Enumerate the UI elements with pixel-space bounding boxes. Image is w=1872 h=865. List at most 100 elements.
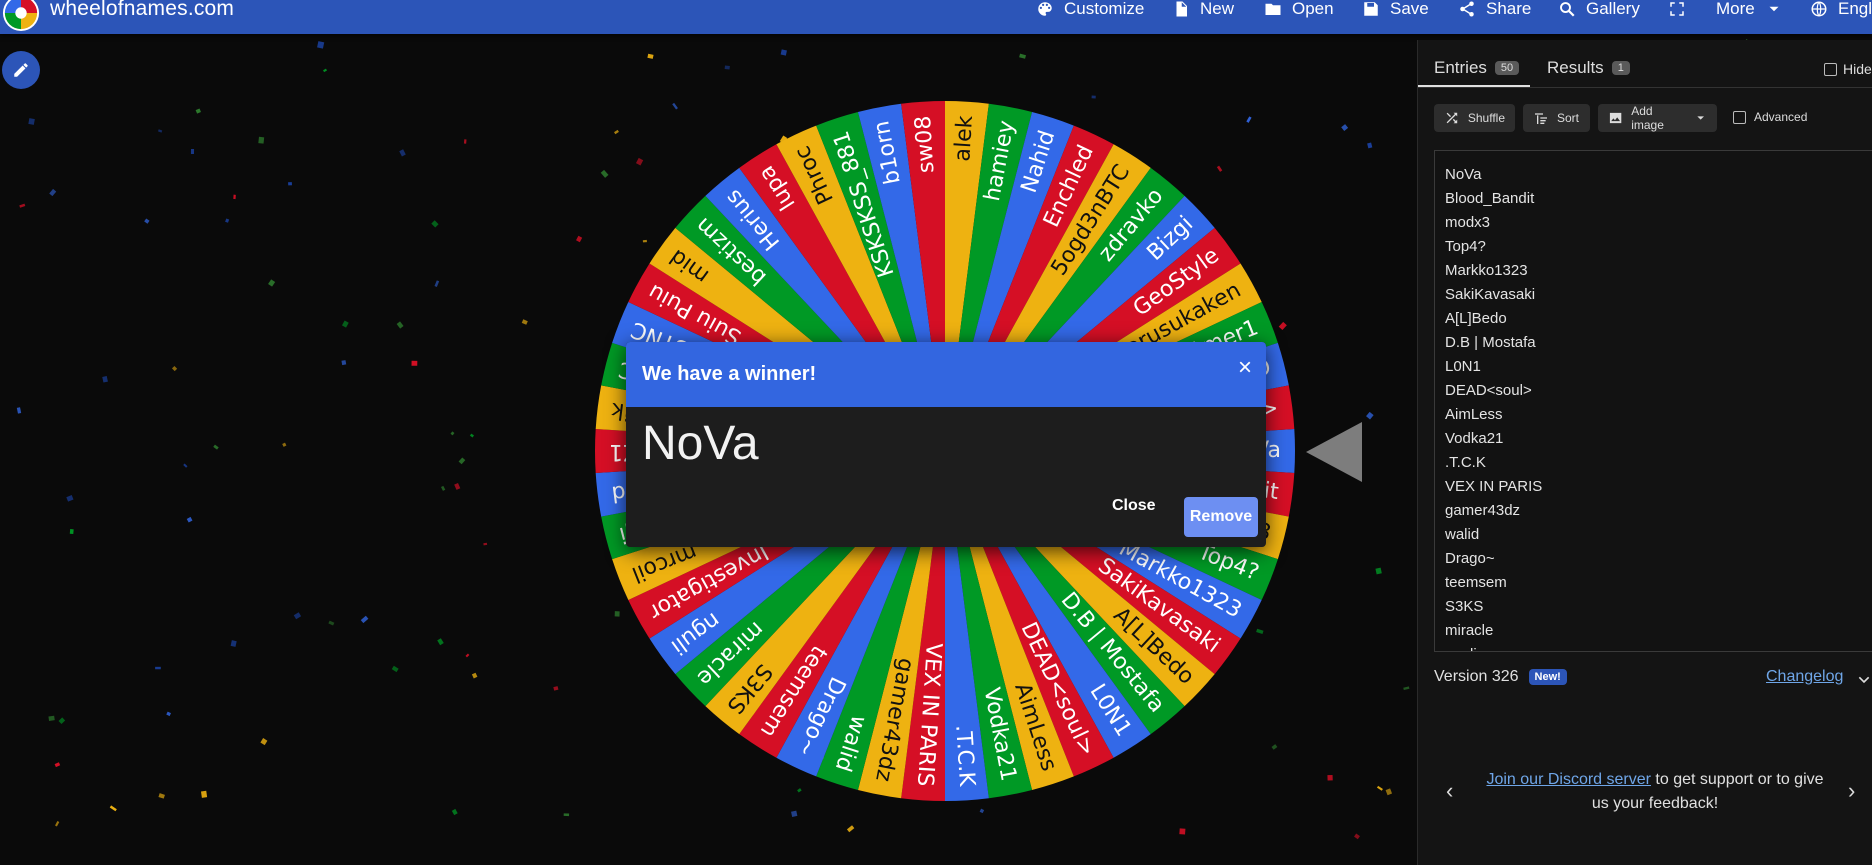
- search-icon: [1560, 2, 1575, 17]
- chevron-right-icon[interactable]: ›: [1848, 778, 1855, 804]
- wheel-slice-label: alek: [950, 115, 978, 163]
- entry-item: modx3: [1445, 214, 1491, 231]
- chevron-down-icon[interactable]: [1856, 672, 1872, 688]
- confetti-piece: [69, 529, 74, 535]
- confetti-piece: [553, 686, 559, 691]
- confetti-piece: [434, 280, 440, 287]
- save-button[interactable]: Save: [1362, 0, 1429, 21]
- new-badge: New!: [1528, 669, 1567, 685]
- confetti-piece: [19, 203, 26, 208]
- confetti-piece: [1354, 833, 1360, 840]
- confetti-piece: [563, 813, 570, 817]
- entry-item: S3KS: [1445, 598, 1484, 615]
- edit-wheel-button[interactable]: [2, 51, 40, 89]
- hide-toggle[interactable]: Hide: [1824, 61, 1872, 77]
- confetti-piece: [1376, 785, 1383, 791]
- confetti-piece: [58, 717, 66, 725]
- confetti-piece: [576, 235, 583, 243]
- entry-item: D.B | Mostafa: [1445, 334, 1536, 351]
- entry-item: SakiKavasaki: [1445, 286, 1536, 303]
- entries-list: NoVa Blood_Bandit modx3 Top4? Markko1323 Saki…: [1435, 151, 1872, 651]
- confetti-piece: [360, 615, 369, 624]
- results-count-badge: 1: [1611, 61, 1630, 75]
- confetti-piece: [399, 149, 406, 157]
- winner-name: NoVa: [642, 417, 759, 470]
- confetti-piece: [341, 320, 349, 328]
- tab-entries[interactable]: Entries 50: [1434, 58, 1520, 78]
- version-text: Version 326: [1434, 668, 1519, 685]
- new-label: New: [1200, 0, 1235, 18]
- language-button[interactable]: Engli: [1810, 0, 1872, 21]
- fullscreen-icon: [1670, 2, 1684, 16]
- confetti-piece: [48, 715, 55, 721]
- confetti-piece: [1341, 124, 1349, 132]
- entries-textarea[interactable]: NoVa Blood_Bandit modx3 Top4? Markko1323 Saki…: [1434, 150, 1872, 652]
- confetti-piece: [293, 612, 302, 620]
- palette-icon: [1038, 2, 1052, 16]
- confetti-piece: [1019, 53, 1027, 59]
- advanced-toggle[interactable]: Advanced: [1733, 110, 1807, 124]
- confetti-piece: [288, 182, 292, 186]
- confetti-piece: [16, 407, 22, 414]
- entry-item: teemsem: [1445, 574, 1507, 591]
- confetti-piece: [158, 793, 165, 799]
- more-button[interactable]: More: [1716, 0, 1783, 21]
- entry-item: nguli: [1445, 643, 1872, 651]
- confetti-piece: [49, 188, 57, 197]
- gallery-button[interactable]: Gallery: [1558, 0, 1640, 21]
- confetti-piece: [454, 482, 461, 490]
- confetti-piece: [155, 666, 161, 670]
- confetti-piece: [282, 442, 287, 447]
- fullscreen-button[interactable]: [1668, 0, 1686, 21]
- hide-checkbox[interactable]: [1824, 62, 1837, 76]
- changelog-link[interactable]: Changelog: [1766, 668, 1843, 686]
- entries-count-badge: 50: [1494, 61, 1520, 75]
- wheel-slice-label: sw08: [911, 115, 940, 174]
- confetti-piece: [144, 218, 150, 224]
- confetti-piece: [109, 805, 117, 812]
- entry-item: NoVa: [1445, 166, 1482, 183]
- confetti-piece: [225, 218, 230, 223]
- confetti-piece: [1385, 788, 1393, 796]
- confetti-piece: [724, 65, 730, 70]
- remove-button[interactable]: Remove: [1184, 497, 1258, 537]
- version-row: Version 326 New!: [1434, 668, 1567, 686]
- wheel-logo-icon[interactable]: [2, 0, 40, 32]
- close-button[interactable]: Close: [1112, 497, 1156, 515]
- add-image-button[interactable]: Add image: [1598, 104, 1717, 132]
- discord-link[interactable]: Join our Discord server: [1486, 771, 1651, 788]
- share-label: Share: [1486, 0, 1532, 18]
- entry-item: VEX IN PARIS: [1445, 478, 1543, 495]
- discord-message: Join our Discord server to get support o…: [1480, 768, 1830, 816]
- confetti-piece: [341, 360, 347, 366]
- confetti-piece: [55, 820, 60, 827]
- tab-results[interactable]: Results 1: [1547, 58, 1630, 78]
- entry-item: Drago~: [1445, 550, 1495, 567]
- confetti-piece: [647, 53, 654, 59]
- entry-item: miracle: [1445, 622, 1494, 639]
- confetti-piece: [391, 665, 399, 673]
- confetti-piece: [458, 457, 466, 465]
- advanced-checkbox[interactable]: [1733, 110, 1746, 124]
- open-button[interactable]: Open: [1264, 0, 1334, 21]
- confetti-piece: [846, 825, 855, 833]
- confetti-piece: [450, 431, 455, 436]
- shuffle-button[interactable]: Shuffle: [1434, 104, 1515, 132]
- save-icon: [1364, 2, 1378, 16]
- chevron-left-icon[interactable]: ‹: [1446, 778, 1453, 804]
- new-button[interactable]: New: [1172, 0, 1234, 21]
- share-button[interactable]: Share: [1458, 0, 1531, 21]
- confetti-piece: [437, 638, 444, 646]
- chevron-down-icon: [1769, 6, 1779, 12]
- site-title[interactable]: wheelofnames.com: [50, 0, 234, 21]
- confetti-piece: [213, 444, 219, 450]
- dialog-close-x-button[interactable]: ×: [1238, 354, 1252, 382]
- confetti-piece: [268, 279, 276, 287]
- entry-item: DEAD<soul>: [1445, 382, 1532, 399]
- confetti-piece: [471, 672, 478, 679]
- confetti-piece: [328, 620, 335, 626]
- customize-button[interactable]: Customize: [1036, 0, 1144, 21]
- sort-button[interactable]: Sort: [1523, 104, 1590, 132]
- confetti-piece: [317, 41, 325, 49]
- save-label: Save: [1390, 0, 1429, 18]
